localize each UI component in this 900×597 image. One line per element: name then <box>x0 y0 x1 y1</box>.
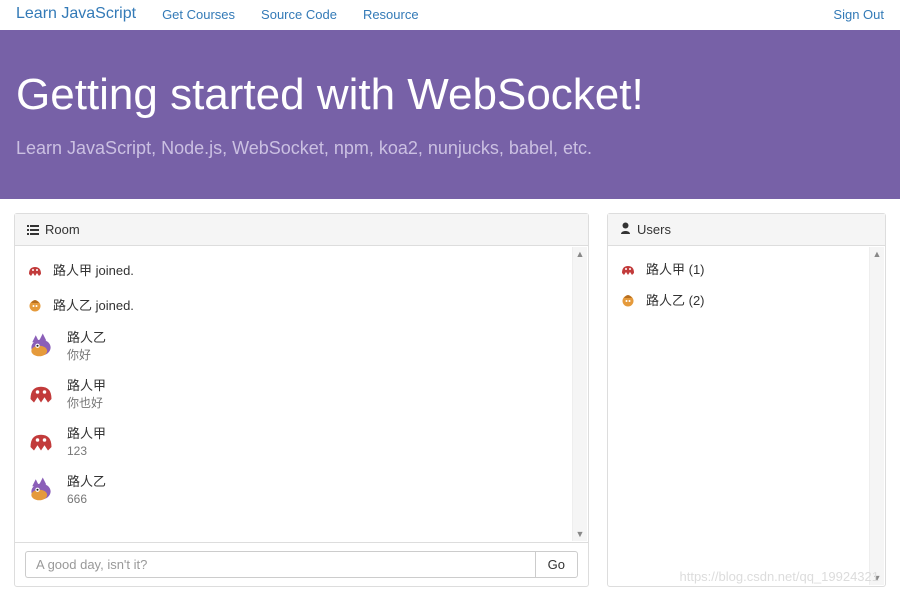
message-username: 路人乙 <box>67 330 106 346</box>
hero-banner: Getting started with WebSocket! Learn Ja… <box>0 30 900 199</box>
chat-message: 路人甲你也好 <box>27 374 576 414</box>
message-text: 你也好 <box>67 396 106 410</box>
scroll-track[interactable] <box>870 261 884 571</box>
message-text: 你好 <box>67 348 106 362</box>
user-row[interactable]: 路人乙 (2) <box>620 287 873 312</box>
avatar-icon <box>27 262 43 278</box>
nav-link-source[interactable]: Source Code <box>261 7 337 22</box>
users-scrollbar[interactable]: ▲ ▼ <box>869 247 884 585</box>
chat-message: 路人乙你好 <box>27 326 576 366</box>
nav-left: Learn JavaScript Get Courses Source Code… <box>16 5 833 23</box>
chat-message: 路人乙 666 <box>27 470 576 510</box>
hero-subtitle: Learn JavaScript, Node.js, WebSocket, np… <box>16 138 884 159</box>
main-row: Room 路人甲 joined. 路人乙 joined. 路人乙你好 路人甲你也… <box>0 199 900 597</box>
message-username: 路人乙 <box>67 474 106 490</box>
users-heading-label: Users <box>637 222 671 237</box>
scroll-down-icon[interactable]: ▼ <box>573 527 587 541</box>
message-content: 路人甲你也好 <box>67 378 106 410</box>
avatar-icon <box>620 261 636 277</box>
message-content: 路人甲 123 <box>67 426 106 458</box>
message-content: 路人乙你好 <box>67 330 106 362</box>
user-icon <box>620 222 631 237</box>
avatar-icon <box>27 426 55 454</box>
user-label: 路人乙 (2) <box>646 290 705 309</box>
message-text: 123 <box>67 444 106 458</box>
user-list: 路人甲 (1) 路人乙 (2) <box>620 256 873 312</box>
avatar-icon <box>27 474 55 502</box>
chat-message: 路人甲 123 <box>27 422 576 462</box>
scroll-up-icon[interactable]: ▲ <box>870 247 884 261</box>
room-panel: Room 路人甲 joined. 路人乙 joined. 路人乙你好 路人甲你也… <box>14 213 589 587</box>
user-label: 路人甲 (1) <box>646 259 705 278</box>
users-heading: Users <box>608 214 885 246</box>
users-panel: Users 路人甲 (1) 路人乙 (2) ▲ ▼ https://blog.c… <box>607 213 886 587</box>
hero-title: Getting started with WebSocket! <box>16 70 884 120</box>
room-heading: Room <box>15 214 588 246</box>
user-row[interactable]: 路人甲 (1) <box>620 256 873 281</box>
message-username: 路人甲 <box>67 426 106 442</box>
room-heading-label: Room <box>45 222 80 237</box>
brand-link[interactable]: Learn JavaScript <box>16 5 136 23</box>
list-icon <box>27 225 39 235</box>
nav-link-resource[interactable]: Resource <box>363 7 419 22</box>
users-body: 路人甲 (1) 路人乙 (2) ▲ ▼ https://blog.csdn.ne… <box>608 246 885 586</box>
watermark-text: https://blog.csdn.net/qq_19924321 <box>680 569 880 584</box>
message-content: 路人乙 666 <box>67 474 106 506</box>
avatar-icon <box>27 378 55 406</box>
room-body: 路人甲 joined. 路人乙 joined. 路人乙你好 路人甲你也好 路人甲… <box>15 246 588 542</box>
avatar-icon <box>27 330 55 358</box>
join-message: 路人甲 joined. <box>27 256 576 283</box>
scroll-up-icon[interactable]: ▲ <box>573 247 587 261</box>
navbar: Learn JavaScript Get Courses Source Code… <box>0 0 900 24</box>
avatar-icon <box>620 292 636 308</box>
nav-right: Sign Out <box>833 6 884 22</box>
message-username: 路人甲 <box>67 378 106 394</box>
join-text: 路人乙 joined. <box>53 295 134 314</box>
avatar-icon <box>27 297 43 313</box>
sign-out-link[interactable]: Sign Out <box>833 7 884 22</box>
message-text: 666 <box>67 492 106 506</box>
room-footer: Go <box>15 542 588 586</box>
join-message: 路人乙 joined. <box>27 291 576 318</box>
nav-link-courses[interactable]: Get Courses <box>162 7 235 22</box>
scroll-down-icon[interactable]: ▼ <box>870 571 884 585</box>
message-input-group: Go <box>25 551 578 578</box>
join-text: 路人甲 joined. <box>53 260 134 279</box>
room-scrollbar[interactable]: ▲ ▼ <box>572 247 587 541</box>
message-list: 路人甲 joined. 路人乙 joined. 路人乙你好 路人甲你也好 路人甲… <box>15 256 588 510</box>
message-input[interactable] <box>25 551 535 578</box>
send-button[interactable]: Go <box>535 551 578 578</box>
scroll-track[interactable] <box>573 261 587 527</box>
